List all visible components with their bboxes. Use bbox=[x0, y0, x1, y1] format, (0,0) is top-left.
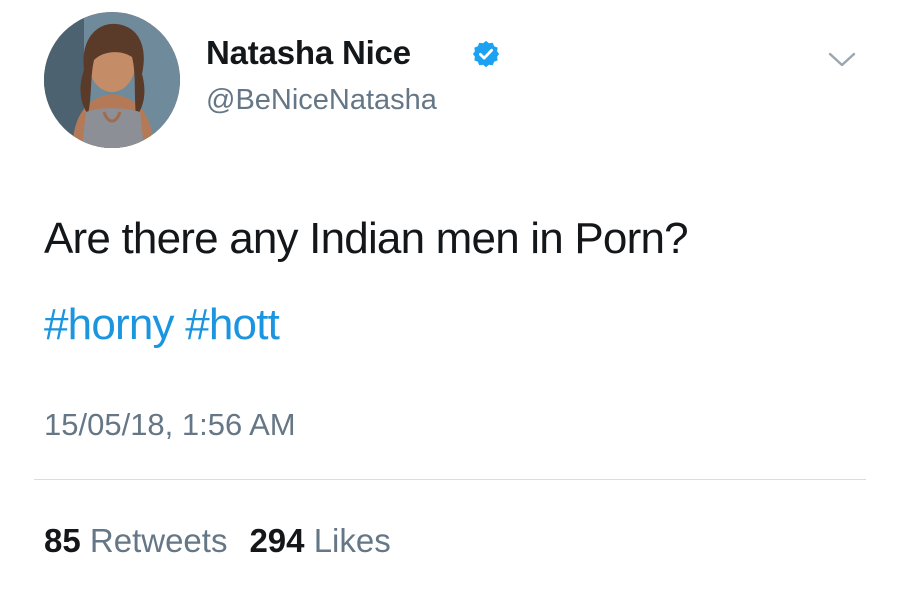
retweets-label: Retweets bbox=[89, 522, 228, 559]
retweets-stat[interactable]: 85 Retweets bbox=[44, 522, 227, 559]
verified-badge-icon bbox=[472, 40, 500, 68]
tweet-timestamp[interactable]: 15/05/18, 1:56 AM bbox=[44, 407, 296, 443]
divider bbox=[34, 479, 866, 480]
tweet-text: Are there any Indian men in Porn? bbox=[44, 214, 689, 263]
likes-count: 294 bbox=[249, 522, 305, 559]
user-handle[interactable]: @BeNiceNatasha bbox=[206, 84, 437, 117]
hashtag-link[interactable]: #horny bbox=[44, 300, 175, 349]
likes-label: Likes bbox=[313, 522, 391, 559]
retweets-count: 85 bbox=[44, 522, 81, 559]
avatar-photo bbox=[44, 12, 180, 148]
avatar[interactable] bbox=[44, 12, 180, 148]
hashtag-link[interactable]: #hott bbox=[185, 300, 280, 349]
likes-stat[interactable]: 294 Likes bbox=[249, 522, 390, 559]
display-name[interactable]: Natasha Nice bbox=[206, 34, 411, 72]
hashtag-list: #horny #hott bbox=[44, 300, 280, 350]
tweet-stats: 85 Retweets 294 Likes bbox=[44, 522, 391, 560]
chevron-down-icon[interactable] bbox=[826, 50, 858, 70]
tweet-card: Natasha Nice @BeNiceNatasha Are there an… bbox=[0, 0, 900, 600]
